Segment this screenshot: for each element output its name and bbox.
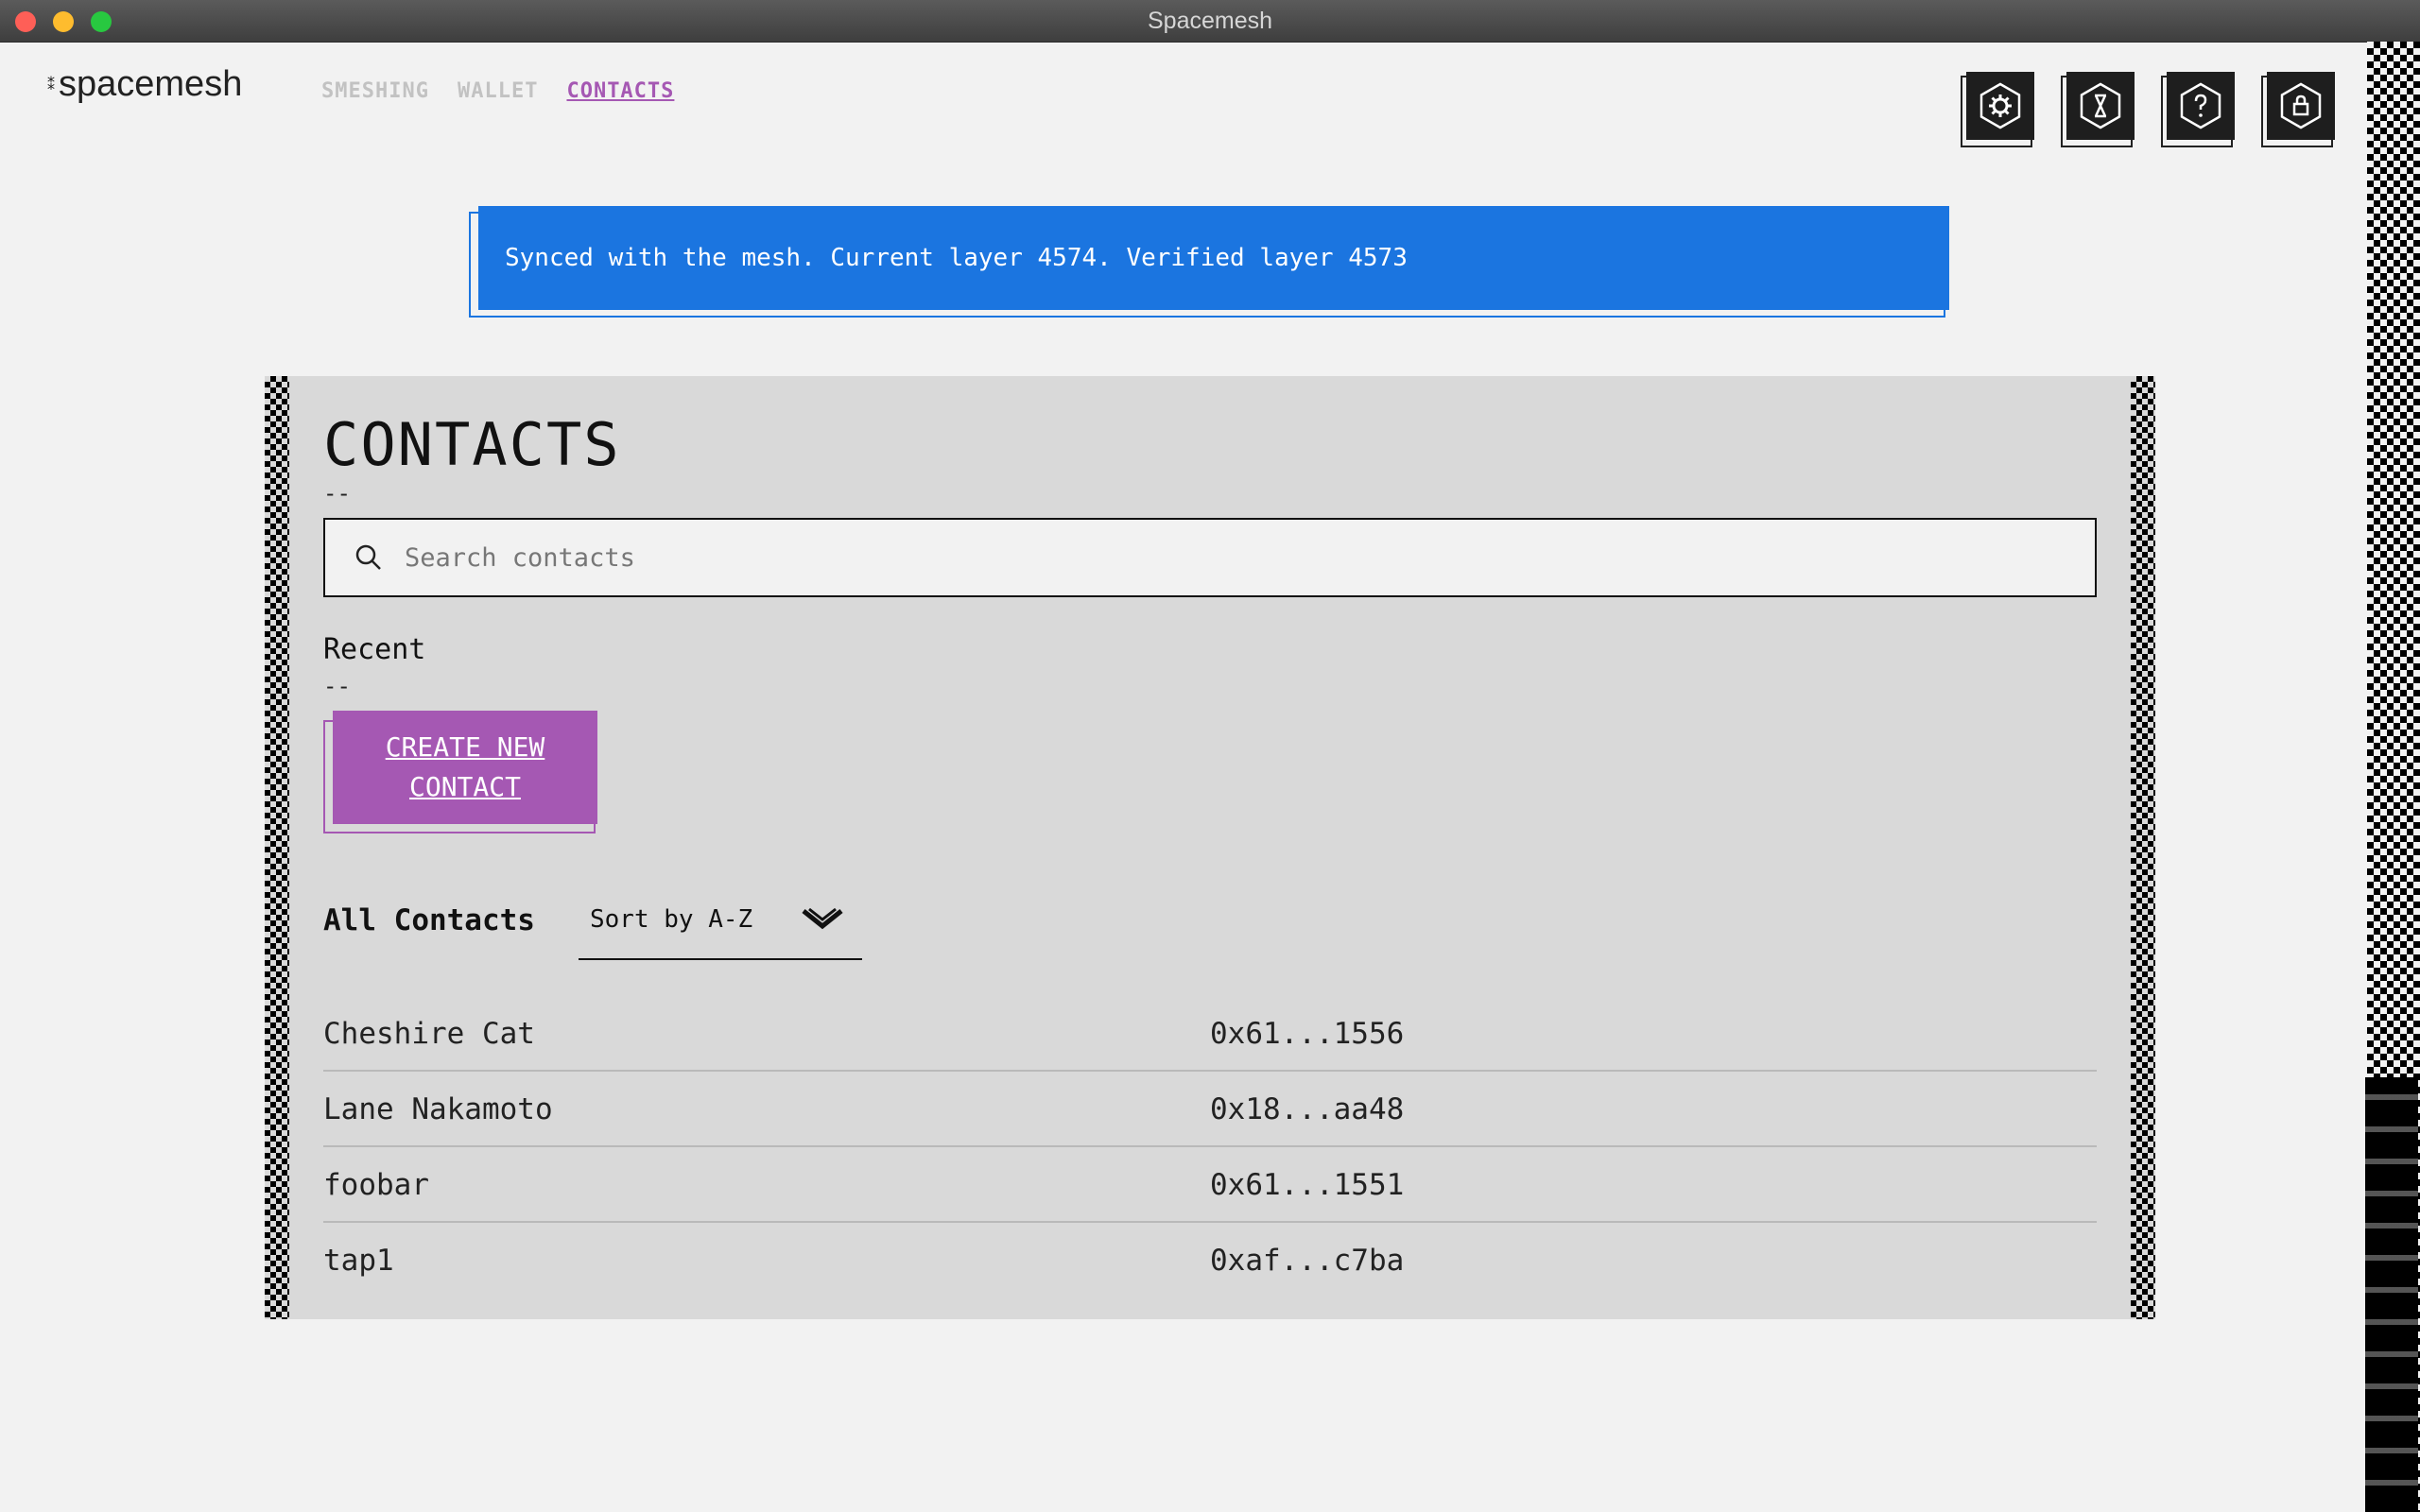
help-icon [2180,82,2221,129]
settings-button[interactable] [1961,72,2034,147]
panel-border-left [265,376,289,1319]
page-title: CONTACTS [323,410,621,479]
contact-name: Cheshire Cat [323,1017,535,1051]
contact-address: 0x61...1556 [1210,1017,1405,1051]
header-icon-buttons [1961,72,2335,147]
contact-row[interactable]: Lane Nakamoto 0x18...aa48 [323,1072,2097,1147]
title-dash: -- [323,480,351,507]
contacts-panel: CONTACTS -- Recent -- CREATE NEW CONTACT… [265,376,2155,1319]
logo-text: spacemesh [59,64,243,104]
search-input[interactable] [403,541,2095,574]
app-logo: ⁑ spacemesh [47,64,242,105]
smeshing-status-button[interactable] [2061,72,2135,147]
settings-icon [1979,82,2021,129]
nav-contacts[interactable]: CONTACTS [566,79,674,103]
chevron-down-icon [802,907,843,930]
contact-name: Lane Nakamoto [323,1092,553,1126]
all-contacts-label: All Contacts [323,903,535,937]
all-contacts-header: All Contacts Sort by A-Z [323,885,2097,960]
search-box[interactable] [323,518,2097,597]
decorative-pattern-solid [2365,1077,2418,1512]
lock-icon [2280,82,2322,129]
sync-status-text: Synced with the mesh. Current layer 4574… [478,206,1949,310]
sort-label: Sort by A-Z [590,905,753,934]
recent-label: Recent [323,633,426,666]
contact-name: tap1 [323,1244,394,1278]
contact-address: 0x61...1551 [1210,1168,1405,1202]
help-button[interactable] [2161,72,2235,147]
contact-row[interactable]: tap1 0xaf...c7ba [323,1223,2097,1298]
panel-border-right [2131,376,2155,1319]
logo-mark-icon: ⁑ [47,75,55,94]
nav-wallet[interactable]: WALLET [458,79,538,103]
contact-row[interactable]: Cheshire Cat 0x61...1556 [323,996,2097,1072]
contact-address: 0xaf...c7ba [1210,1244,1405,1278]
create-contact-button-wrap: CREATE NEW CONTACT [323,711,597,833]
create-new-contact-button[interactable]: CREATE NEW CONTACT [333,711,597,824]
window-titlebar: Spacemesh [0,0,2420,43]
contact-name: foobar [323,1168,429,1202]
search-icon [355,544,381,570]
contacts-list: Cheshire Cat 0x61...1556 Lane Nakamoto 0… [323,996,2097,1298]
contact-address: 0x18...aa48 [1210,1092,1405,1126]
main-nav: SMESHING WALLET CONTACTS [321,79,674,103]
recent-dash: -- [323,673,351,699]
sort-dropdown[interactable]: Sort by A-Z [579,885,862,960]
sync-status-banner: Synced with the mesh. Current layer 4574… [469,206,1953,319]
contact-row[interactable]: foobar 0x61...1551 [323,1147,2097,1223]
nav-smeshing[interactable]: SMESHING [321,79,429,103]
hourglass-icon [2080,82,2121,129]
window-title: Spacemesh [1147,8,1273,34]
lock-button[interactable] [2261,72,2335,147]
